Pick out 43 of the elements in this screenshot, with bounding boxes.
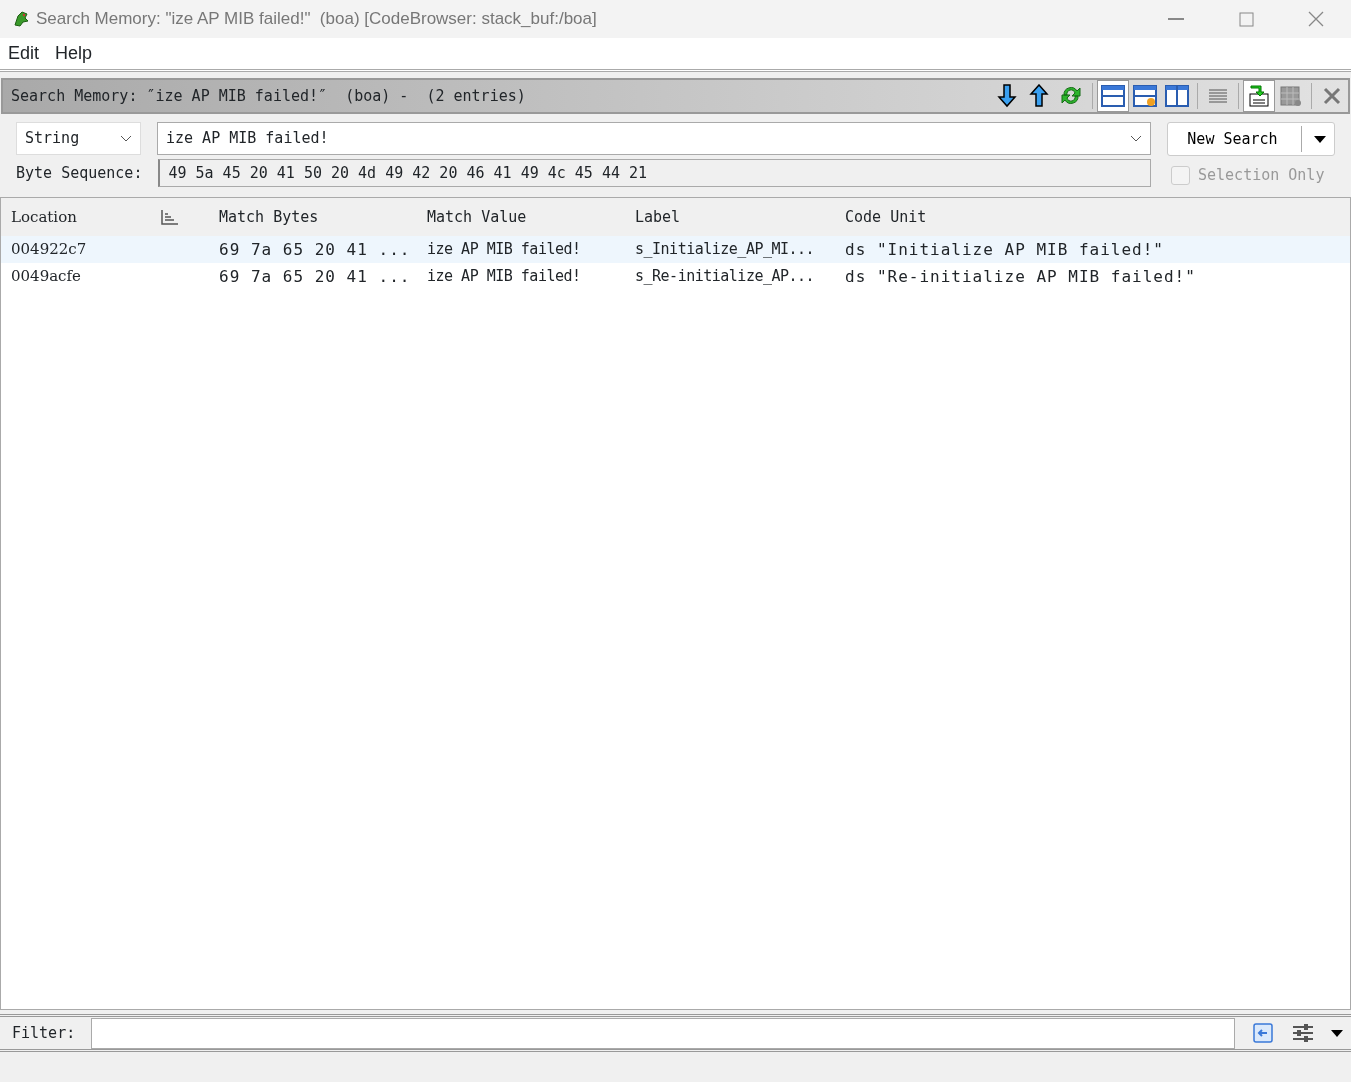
dragon-icon bbox=[12, 10, 30, 28]
column-header[interactable]: Location bbox=[1, 205, 161, 229]
column-header[interactable]: Match Bytes bbox=[209, 205, 417, 229]
byte-sequence-field[interactable]: 49 5a 45 20 41 50 20 4d 49 42 20 46 41 49 4c 45 44 21 bbox=[158, 159, 1151, 187]
minimize-icon bbox=[1168, 18, 1184, 20]
close-icon bbox=[1308, 11, 1324, 27]
clear-filter-icon bbox=[1251, 1021, 1275, 1045]
search-field[interactable]: ize AP MIB failed! bbox=[157, 122, 1151, 155]
table-row[interactable]: 004922c7 69 7a 65 20 41 ... ize AP MIB failed! s_Initialize_AP_MI... ds "Initialize AP MIB failed!" bbox=[1, 236, 1350, 263]
table-cell-text: ize AP MIB failed! bbox=[426, 239, 582, 261]
table-cell-text: s_Initialize_AP_MI... bbox=[634, 239, 816, 261]
filter-field[interactable] bbox=[91, 1017, 1235, 1049]
table-cell-text: ds "Initialize AP MIB failed!" bbox=[844, 238, 1165, 261]
column-header[interactable]: Code Unit bbox=[835, 205, 1350, 229]
maximize-icon bbox=[1238, 11, 1254, 27]
menu-item[interactable]: Edit bbox=[0, 40, 48, 67]
caret-down-icon bbox=[1331, 1029, 1343, 1037]
caret-down-icon bbox=[1314, 136, 1326, 144]
panel-title: Search Memory: ″ize AP MIB failed!″ (boa) - (2 entries) bbox=[10, 85, 527, 107]
table-cell-text: ize AP MIB failed! bbox=[426, 266, 582, 288]
table-cell-text: 69 7a 65 20 41 ... bbox=[218, 238, 412, 261]
table-row[interactable]: 0049acfe 69 7a 65 20 41 ... ize AP MIB failed! s_Re-initialize_AP... ds "Re-initialize AP MIB failed!" bbox=[1, 263, 1350, 290]
table-cell-text: ds "Re-initialize AP MIB failed!" bbox=[844, 265, 1197, 288]
sort-icon bbox=[161, 209, 179, 226]
sliders-icon bbox=[1291, 1022, 1315, 1044]
table-cell-text: 69 7a 65 20 41 ... bbox=[218, 265, 412, 288]
split-columns-icon bbox=[1165, 84, 1189, 108]
table-icon bbox=[1279, 84, 1303, 108]
toolbar-button[interactable] bbox=[1097, 80, 1129, 112]
table-cell-text: s_Re-initialize_AP... bbox=[634, 266, 816, 288]
table-cell-text: 0049acfe bbox=[10, 266, 82, 288]
format-dropdown[interactable]: String bbox=[16, 122, 141, 155]
table-cell-text: 004922c7 bbox=[10, 239, 88, 261]
menu-item[interactable]: Help bbox=[47, 40, 101, 67]
chevron-down-icon bbox=[1130, 134, 1142, 143]
field-label: Byte Sequence: bbox=[16, 162, 143, 184]
chevron-down-icon bbox=[120, 134, 132, 143]
filter-label: Filter: bbox=[11, 1022, 76, 1044]
export-icon bbox=[1247, 84, 1271, 108]
column-header[interactable]: Label bbox=[625, 205, 835, 229]
column-header[interactable]: Match Value bbox=[417, 205, 625, 229]
window-title: Search Memory: "ize AP MIB failed!" (boa) [CodeBrowser: stack_buf:/boa] bbox=[36, 8, 598, 31]
split-rows-icon bbox=[1101, 84, 1125, 108]
